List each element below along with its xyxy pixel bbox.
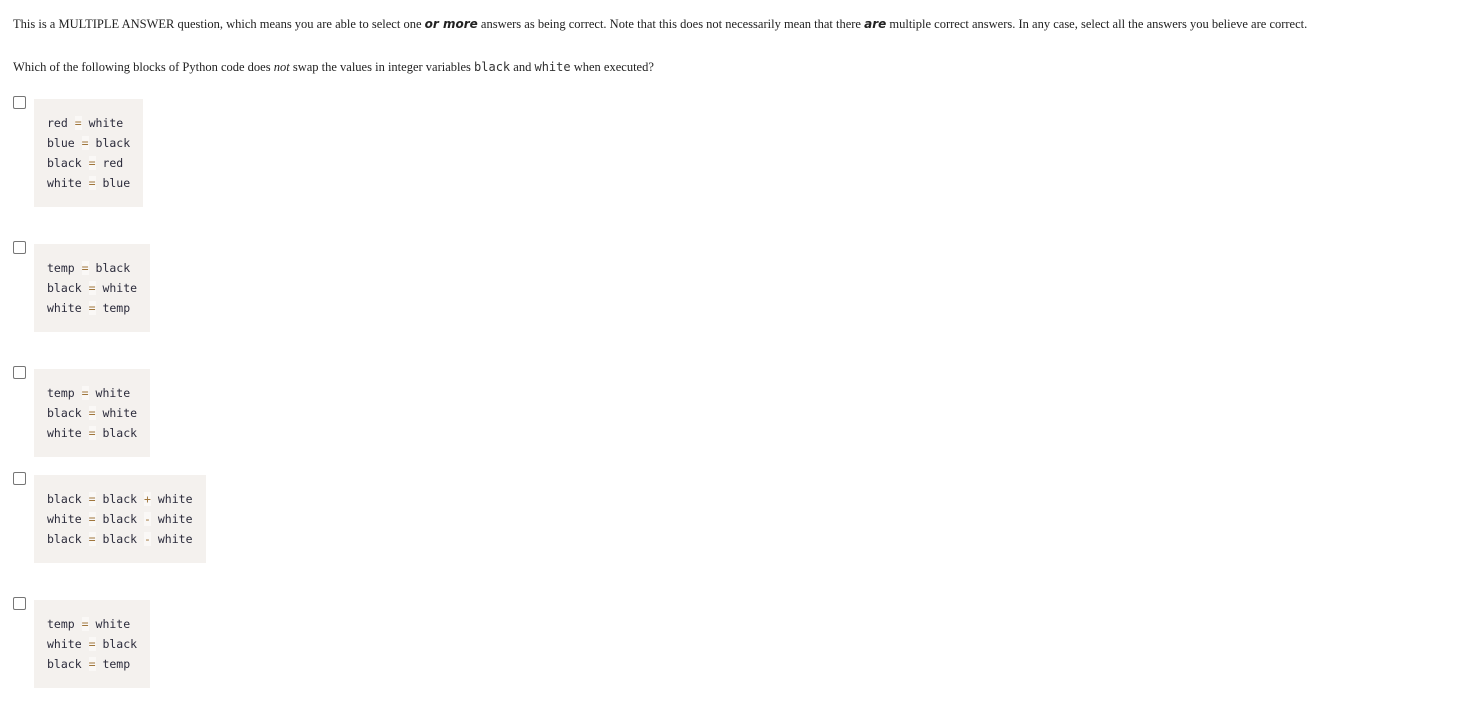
code-rhs: white: [157, 492, 193, 506]
code-rhs: black: [102, 532, 138, 546]
instructions-emphasis: or more: [424, 17, 478, 31]
code-operator: =: [88, 492, 96, 506]
code-lhs: white: [47, 512, 82, 526]
instructions-part: multiple correct answers. In any case, s…: [886, 17, 1308, 31]
code-rhs: black: [95, 136, 131, 150]
question-code-black: black: [474, 60, 511, 74]
code-rhs: red: [102, 156, 124, 170]
code-lhs: black: [47, 657, 82, 671]
code-line: white = black - white: [47, 509, 193, 529]
instructions-part: This is a MULTIPLE ANSWER question, whic…: [13, 17, 425, 31]
answer-checkbox[interactable]: [13, 241, 26, 254]
code-rhs: white: [102, 281, 138, 295]
code-line: blue = black: [47, 133, 130, 153]
instructions-part: answers as being correct. Note that this…: [477, 17, 865, 31]
code-lhs: black: [47, 406, 82, 420]
code-rhs: blue: [102, 176, 131, 190]
code-line: temp = white: [47, 383, 137, 403]
code-operator: =: [88, 426, 96, 440]
code-rhs: black: [102, 637, 138, 651]
question-part: Which of the following blocks of Python …: [13, 60, 274, 74]
code-line: white = black: [47, 634, 137, 654]
code-operator: =: [88, 301, 96, 315]
code-operator: =: [88, 281, 96, 295]
question-code-white: white: [534, 60, 571, 74]
code-rhs: white: [102, 406, 138, 420]
code-rhs: black: [102, 512, 138, 526]
code-line: black = black + white: [47, 489, 193, 509]
code-lhs: temp: [47, 261, 75, 275]
code-line: black = temp: [47, 654, 137, 674]
question-emphasis: not: [273, 60, 290, 74]
code-line: black = white: [47, 403, 137, 423]
instructions-emphasis: are: [864, 17, 887, 31]
code-block: temp = white black = white white = black: [34, 369, 151, 457]
code-rhs: white: [88, 116, 124, 130]
code-lhs: black: [47, 281, 82, 295]
code-rhs: temp: [102, 301, 131, 315]
code-operator: =: [88, 156, 96, 170]
code-lhs: blue: [47, 136, 75, 150]
code-line: temp = black: [47, 258, 137, 278]
code-operator: =: [81, 617, 89, 631]
code-rhs: black: [102, 426, 138, 440]
code-rhs: white: [95, 617, 131, 631]
question-part: swap the values in integer variables: [289, 60, 475, 74]
code-operator: =: [88, 512, 96, 526]
question-part: when executed?: [570, 60, 654, 74]
code-rhs: black: [102, 492, 138, 506]
code-rhs: black: [95, 261, 131, 275]
code-lhs: white: [47, 637, 82, 651]
code-lhs: black: [47, 532, 82, 546]
code-operator: =: [88, 406, 96, 420]
code-operator: =: [81, 261, 89, 275]
code-lhs: temp: [47, 386, 75, 400]
code-rhs: white: [157, 512, 193, 526]
code-line: white = black: [47, 423, 137, 443]
code-operator: =: [74, 116, 82, 130]
code-line: white = temp: [47, 298, 137, 318]
question-part: and: [510, 60, 535, 74]
code-rhs: white: [157, 532, 193, 546]
code-lhs: temp: [47, 617, 75, 631]
code-operator: =: [81, 386, 89, 400]
instructions-text: This is a MULTIPLE ANSWER question, whic…: [13, 16, 1363, 33]
code-lhs: black: [47, 492, 82, 506]
code-operator: =: [88, 532, 96, 546]
code-lhs: white: [47, 426, 82, 440]
code-block: temp = black black = white white = temp: [34, 244, 151, 332]
code-line: white = blue: [47, 173, 130, 193]
code-operator: =: [88, 176, 96, 190]
answer-checkbox[interactable]: [13, 472, 26, 485]
code-line: red = white: [47, 113, 130, 133]
code-lhs: white: [47, 301, 82, 315]
code-rhs: white: [95, 386, 131, 400]
code-operator: +: [144, 492, 151, 506]
code-operator: =: [81, 136, 89, 150]
code-operator: -: [144, 532, 151, 546]
code-operator: -: [144, 512, 151, 526]
code-line: black = white: [47, 278, 137, 298]
code-lhs: white: [47, 176, 82, 190]
question-text: Which of the following blocks of Python …: [13, 59, 654, 76]
code-block: black = black + white white = black - whi…: [34, 475, 206, 563]
code-line: black = black - white: [47, 529, 193, 549]
answer-checkbox[interactable]: [13, 366, 26, 379]
code-line: temp = white: [47, 614, 137, 634]
code-operator: =: [88, 657, 96, 671]
code-block: red = white blue = black black = red white …: [34, 99, 144, 207]
code-lhs: black: [47, 156, 82, 170]
code-operator: =: [88, 637, 96, 651]
code-line: black = red: [47, 153, 130, 173]
code-block: temp = white white = black black = temp: [34, 600, 151, 688]
code-rhs: temp: [102, 657, 131, 671]
answer-checkbox[interactable]: [13, 597, 26, 610]
answer-checkbox[interactable]: [13, 96, 26, 109]
code-lhs: red: [47, 116, 68, 130]
